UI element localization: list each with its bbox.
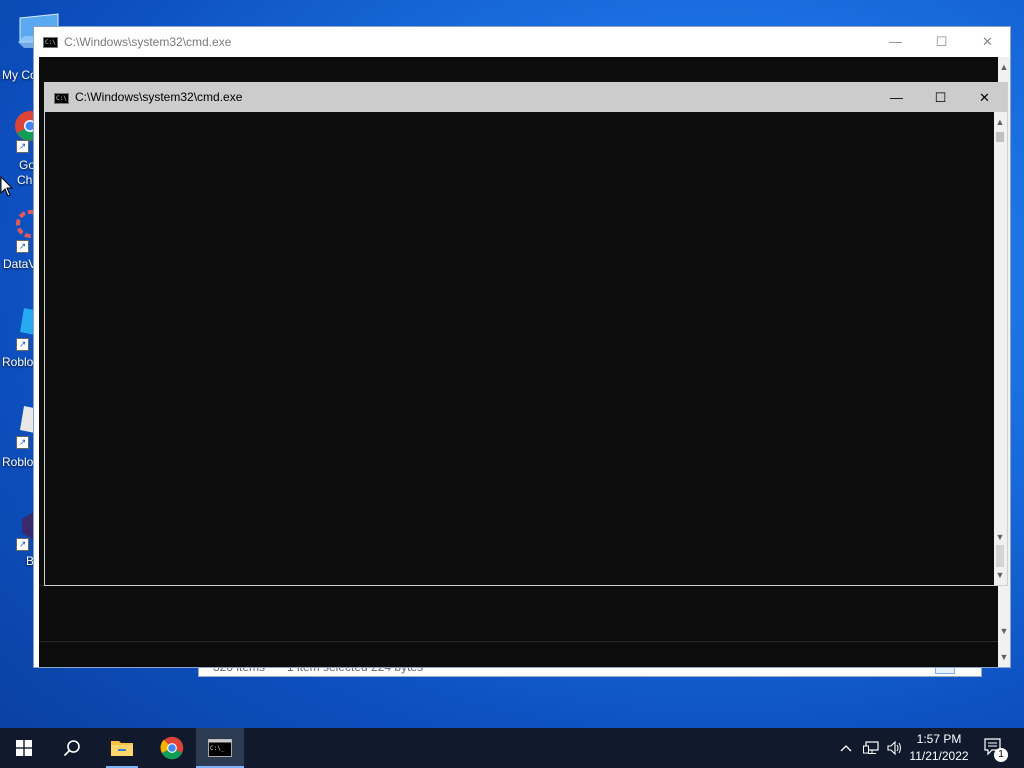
scroll-up-icon[interactable]: ▲ [994, 114, 1006, 130]
chevron-up-icon [840, 745, 852, 752]
chrome-icon [160, 736, 184, 760]
cmd-icon: C:\ [43, 37, 58, 48]
cmd-taskbar-button[interactable]: C:\_ [196, 728, 244, 768]
search-icon [63, 740, 80, 757]
console-output[interactable] [45, 112, 994, 585]
cmd-window-front[interactable]: C:\ C:\Windows\system32\cmd.exe — ☐ ✕ ▲ … [44, 82, 1008, 586]
maximize-button[interactable]: ☐ [919, 27, 964, 57]
desktop-icon-label: Roblo [2, 355, 34, 369]
scroll-down-icon[interactable]: ▼ [994, 567, 1006, 583]
volume-icon [887, 741, 901, 755]
scroll-down-icon[interactable]: ▼ [998, 623, 1010, 639]
title-bar[interactable]: C:\ C:\Windows\system32\cmd.exe — ☐ ✕ [45, 83, 1007, 112]
volume-tray-button[interactable] [884, 728, 906, 768]
network-tray-button[interactable] [860, 728, 882, 768]
svg-text:C:\_: C:\_ [210, 745, 225, 752]
shortcut-arrow-icon: ↗ [16, 538, 29, 551]
window-title: C:\Windows\system32\cmd.exe [64, 35, 232, 49]
minimize-button[interactable]: — [873, 27, 918, 57]
cmd-icon: C:\_ [208, 739, 232, 757]
close-button[interactable]: ✕ [965, 27, 1010, 57]
mouse-cursor-icon [0, 176, 14, 197]
desktop-icon-label: DataV [3, 257, 37, 271]
scroll-down-icon[interactable]: ▼ [998, 649, 1010, 665]
desktop-icon-label: My Co [2, 68, 37, 82]
file-explorer-button[interactable] [98, 728, 146, 768]
scroll-down-icon[interactable]: ▼ [994, 529, 1006, 545]
close-button[interactable]: ✕ [962, 83, 1007, 112]
folder-icon [111, 741, 133, 756]
notification-count-badge: 1 [994, 748, 1008, 762]
desktop-icon-label: Ch [17, 173, 33, 187]
taskbar: C:\_ 1:57 PM 11/21/2022 1 [0, 728, 1024, 768]
search-button[interactable] [48, 728, 96, 768]
cmd-icon: C:\ [54, 93, 69, 104]
start-button[interactable] [0, 728, 48, 768]
scroll-up-icon[interactable]: ▲ [998, 59, 1010, 75]
windows-logo-icon [16, 740, 32, 756]
shortcut-arrow-icon: ↗ [16, 240, 29, 253]
clock-time: 1:57 PM [916, 732, 962, 746]
network-icon [863, 741, 879, 754]
minimize-button[interactable]: — [874, 83, 919, 112]
title-bar[interactable]: C:\ C:\Windows\system32\cmd.exe — ☐ ✕ [34, 27, 1010, 57]
divider [39, 641, 998, 642]
scroll-thumb[interactable] [996, 545, 1004, 567]
chrome-button[interactable] [148, 728, 196, 768]
vertical-scrollbar[interactable]: ▲ ▼ ▼ [994, 112, 1007, 585]
shortcut-arrow-icon: ↗ [16, 338, 29, 351]
show-hidden-icons-button[interactable] [836, 728, 856, 768]
shortcut-arrow-icon: ↗ [16, 436, 29, 449]
action-center-button[interactable]: 1 [978, 728, 1012, 768]
maximize-button[interactable]: ☐ [918, 83, 963, 112]
shortcut-arrow-icon: ↗ [16, 140, 29, 153]
clock-date: 11/21/2022 [909, 749, 969, 763]
window-title: C:\Windows\system32\cmd.exe [75, 90, 243, 104]
desktop-icon-label: Roblo [2, 455, 34, 469]
scroll-thumb[interactable] [996, 132, 1004, 142]
clock[interactable]: 1:57 PM 11/21/2022 [906, 731, 972, 765]
